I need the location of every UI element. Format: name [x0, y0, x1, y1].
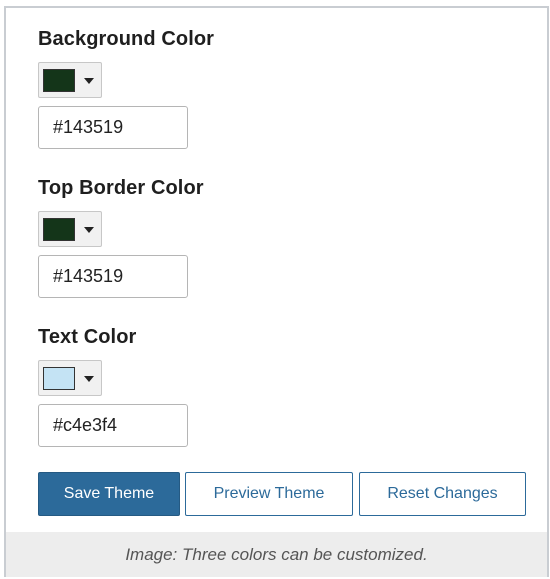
caption-bar: Image: Three colors can be customized.: [6, 532, 547, 577]
reset-changes-button[interactable]: Reset Changes: [359, 472, 526, 516]
chevron-down-icon: [84, 376, 94, 382]
background-color-label: Background Color: [38, 28, 215, 50]
text-color-picker[interactable]: [38, 360, 102, 396]
background-color-input[interactable]: [38, 106, 188, 149]
background-color-swatch: [43, 69, 75, 92]
top-border-color-input[interactable]: [38, 255, 188, 298]
preview-theme-button[interactable]: Preview Theme: [185, 472, 353, 516]
chevron-down-icon: [84, 78, 94, 84]
text-color-label: Text Color: [38, 326, 137, 348]
top-border-color-label: Top Border Color: [38, 177, 204, 199]
save-theme-button[interactable]: Save Theme: [38, 472, 180, 516]
text-color-input[interactable]: [38, 404, 188, 447]
background-color-picker[interactable]: [38, 62, 102, 98]
top-border-color-swatch: [43, 218, 75, 241]
text-color-swatch: [43, 367, 75, 390]
image-caption: Image: Three colors can be customized.: [125, 544, 428, 564]
theme-editor-frame: Background Color Top Border Color Text C…: [4, 6, 549, 577]
chevron-down-icon: [84, 227, 94, 233]
top-border-color-picker[interactable]: [38, 211, 102, 247]
color-settings-panel: Background Color Top Border Color Text C…: [6, 8, 547, 532]
